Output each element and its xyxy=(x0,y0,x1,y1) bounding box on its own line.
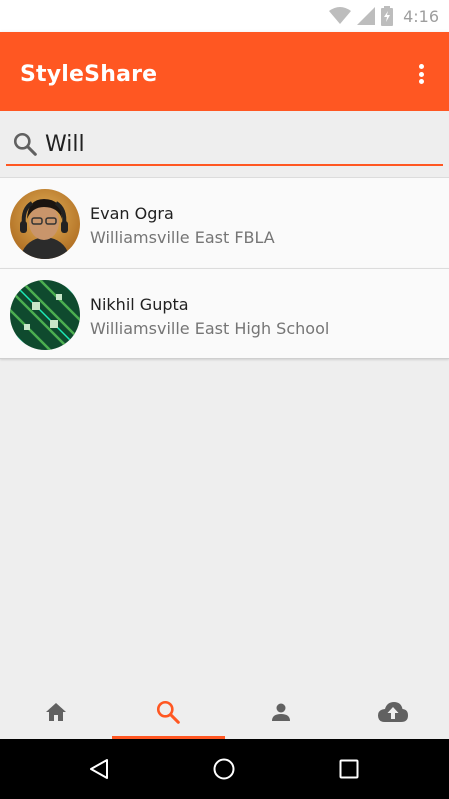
search-input[interactable] xyxy=(45,129,425,159)
search-underline xyxy=(6,164,443,166)
home-icon xyxy=(46,702,67,721)
status-bar: 4:16 xyxy=(0,0,449,32)
status-icons: 4:16 xyxy=(329,6,439,26)
recents-icon[interactable] xyxy=(337,757,361,781)
result-school: Williamsville East FBLA xyxy=(90,228,275,247)
home-button-icon[interactable] xyxy=(212,757,236,781)
list-item[interactable]: Evan Ogra Williamsville East FBLA xyxy=(0,177,449,268)
result-name: Nikhil Gupta xyxy=(90,295,189,314)
tab-search[interactable] xyxy=(112,684,225,739)
search-bar xyxy=(0,111,449,177)
back-icon[interactable] xyxy=(87,757,111,781)
app-title: StyleShare xyxy=(20,62,158,87)
search-icon xyxy=(157,700,181,724)
battery-icon xyxy=(381,6,394,26)
tab-profile[interactable] xyxy=(225,684,337,739)
system-nav-bar xyxy=(0,739,449,799)
list-item[interactable]: Nikhil Gupta Williamsville East High Sch… xyxy=(0,268,449,359)
wifi-icon xyxy=(329,7,352,24)
signal-icon xyxy=(357,7,376,25)
avatar xyxy=(10,189,80,259)
bottom-tab-bar xyxy=(0,684,449,739)
cloud-upload-icon xyxy=(377,701,408,722)
result-name: Evan Ogra xyxy=(90,204,174,223)
tab-home[interactable] xyxy=(0,684,112,739)
app-bar: StyleShare xyxy=(0,32,449,111)
result-school: Williamsville East High School xyxy=(90,319,330,338)
status-time: 4:16 xyxy=(403,6,439,26)
person-icon xyxy=(271,703,290,721)
results-list: Evan Ogra Williamsville East FBLA Nikhil… xyxy=(0,177,449,359)
search-icon xyxy=(13,132,37,156)
tab-upload[interactable] xyxy=(337,684,449,739)
avatar xyxy=(10,280,80,350)
overflow-menu-icon[interactable] xyxy=(409,62,433,86)
